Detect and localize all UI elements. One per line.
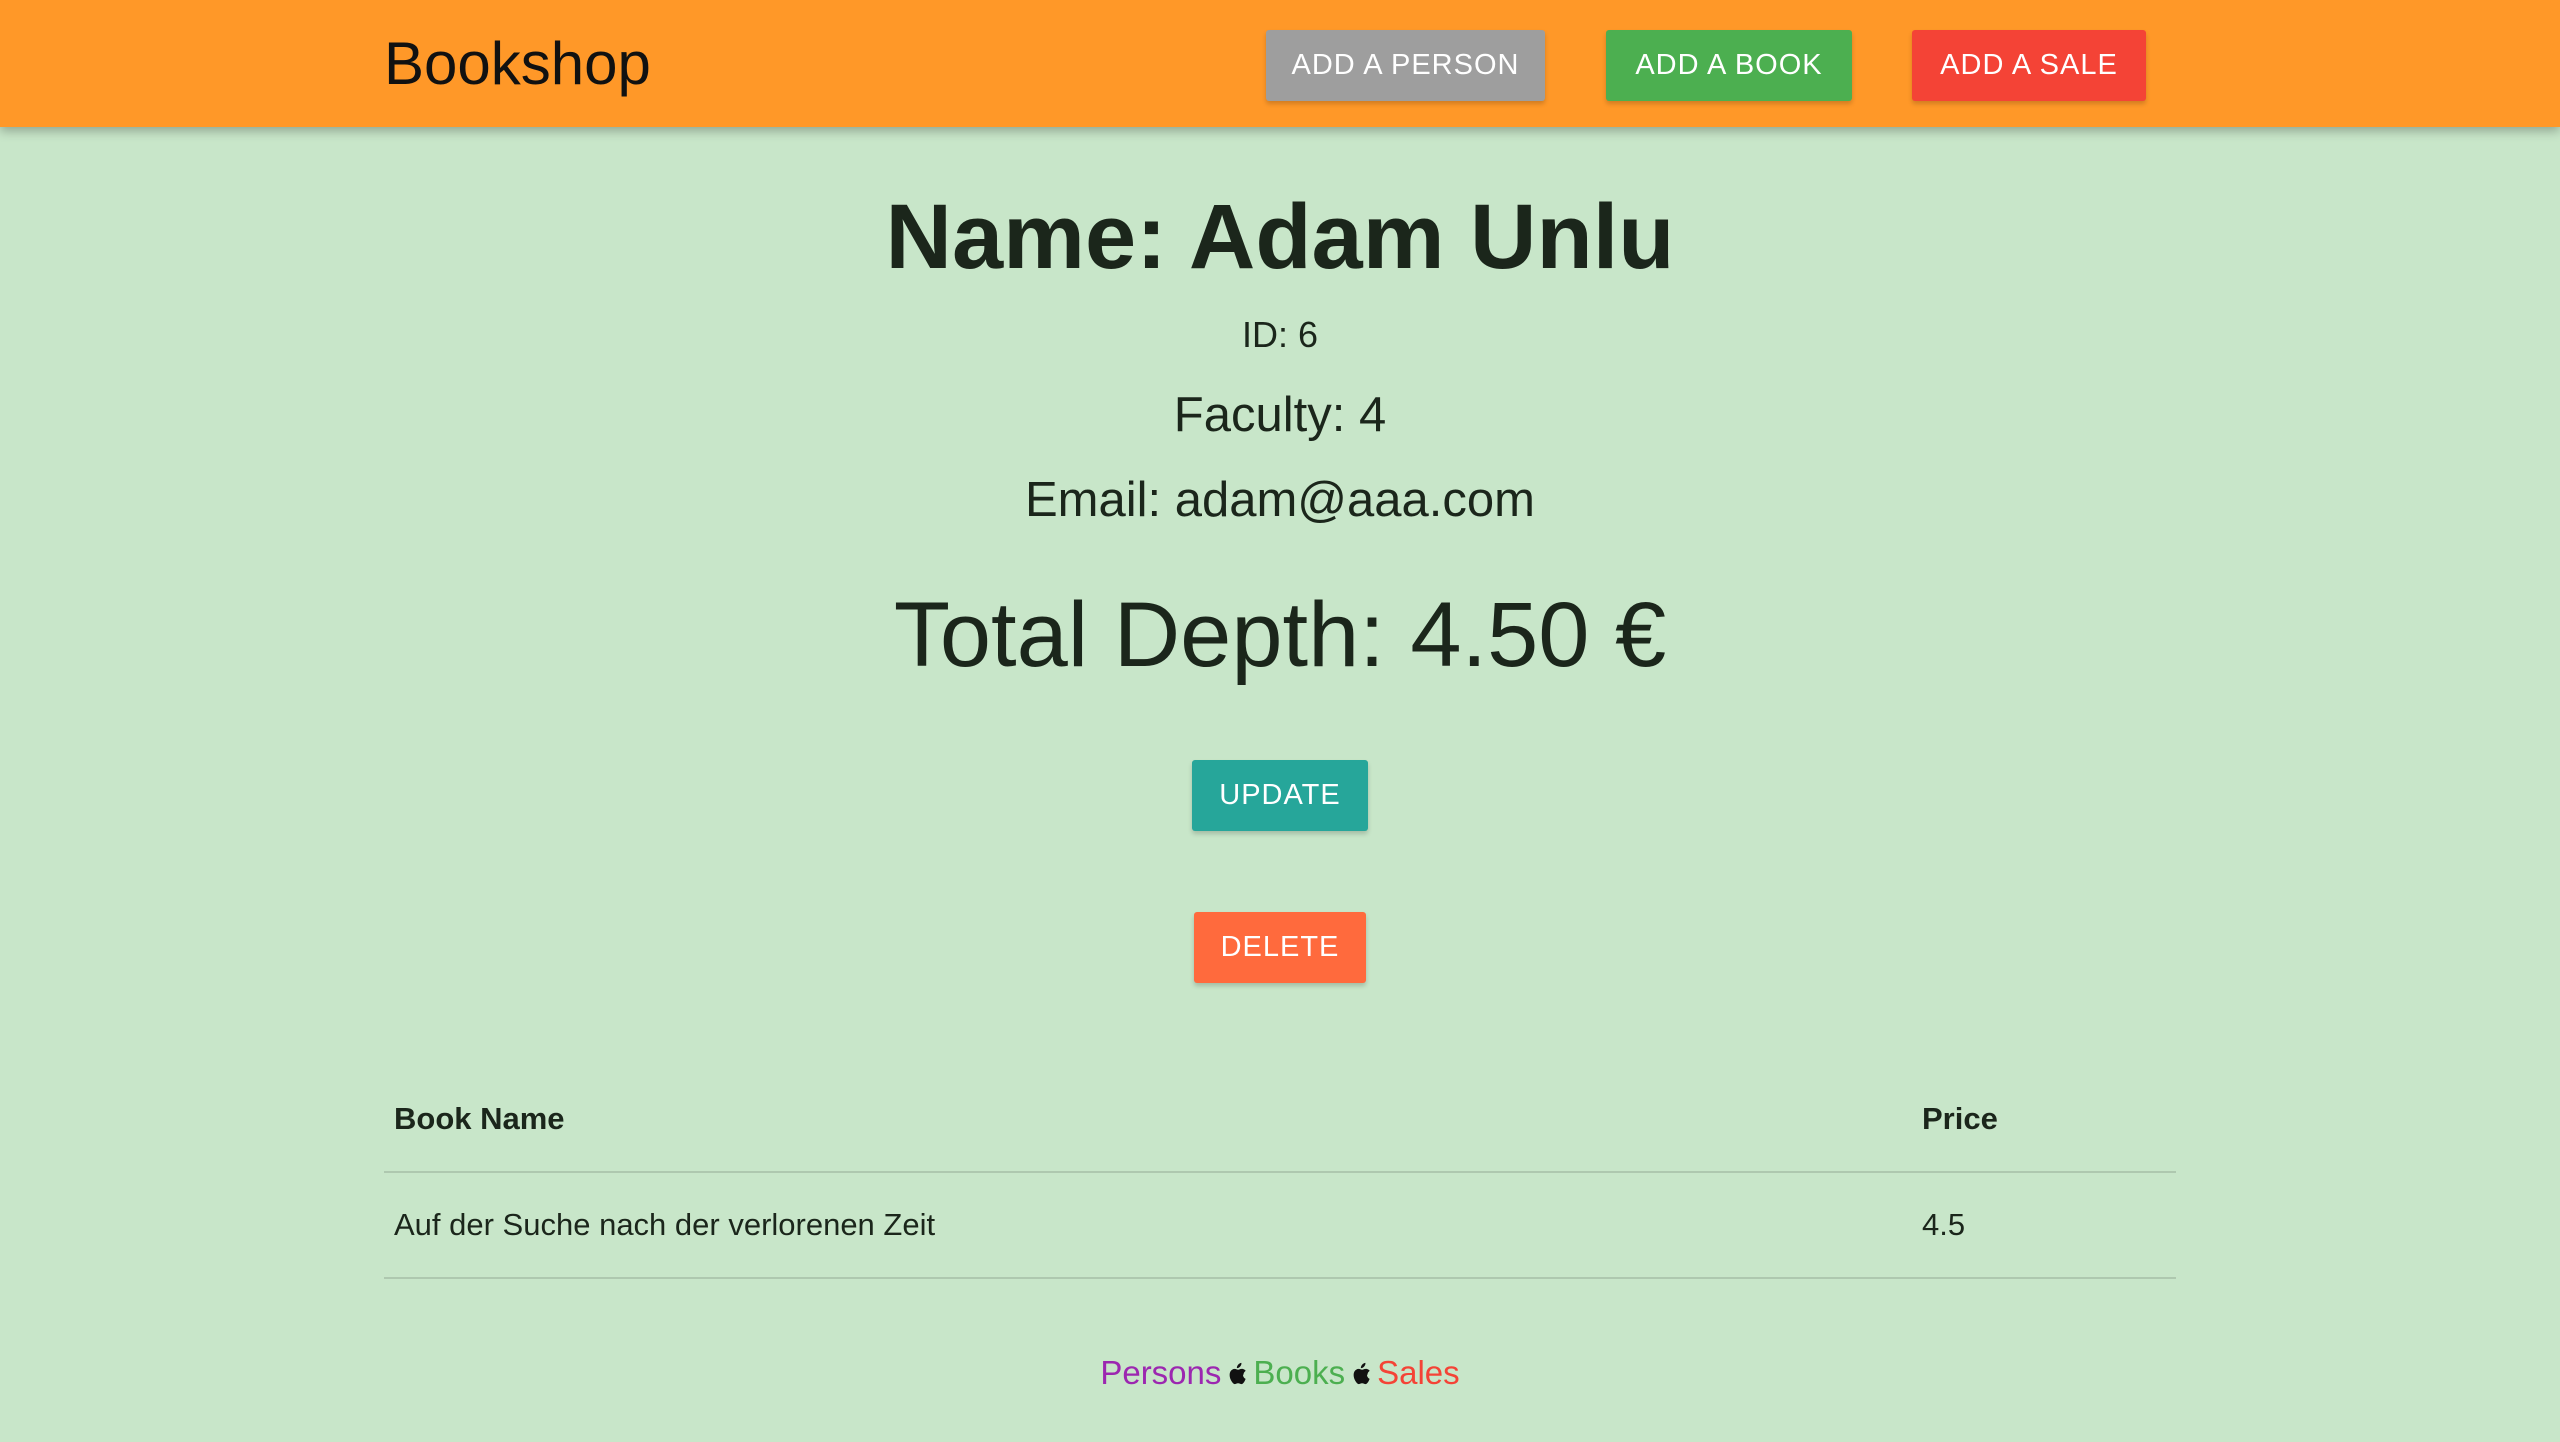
brand-logo[interactable]: Bookshop [384, 26, 651, 102]
add-book-button[interactable]: ADD A BOOK [1606, 30, 1852, 101]
table-row: Auf der Suche nach der verlorenen Zeit 4… [384, 1172, 2176, 1279]
books-link[interactable]: Books [1253, 1354, 1345, 1391]
person-id: ID: 6 [1241, 314, 1319, 355]
person-name: Name: Adam Unlu [885, 186, 1675, 288]
price-cell: 4.5 [1912, 1172, 2176, 1279]
book-table: Book Name Price Auf der Suche nach der v… [384, 1066, 2176, 1279]
sales-link[interactable]: Sales [1377, 1354, 1460, 1391]
book-name-header: Book Name [384, 1066, 1912, 1173]
table-header-row: Book Name Price [384, 1066, 2176, 1173]
update-button[interactable]: UPDATE [1192, 760, 1368, 831]
add-sale-button[interactable]: ADD A SALE [1912, 30, 2146, 101]
person-faculty: Faculty: 4 [1173, 388, 1387, 442]
apple-icon [1351, 1354, 1371, 1385]
footer-links: Persons Books Sales [0, 1352, 2560, 1394]
add-person-button[interactable]: ADD A PERSON [1266, 30, 1545, 101]
persons-link[interactable]: Persons [1100, 1354, 1221, 1391]
total-depth: Total Depth: 4.50 € [893, 584, 1667, 686]
price-header: Price [1912, 1066, 2176, 1173]
navbar: Bookshop ADD A PERSON ADD A BOOK ADD A S… [0, 0, 2560, 127]
book-name-cell: Auf der Suche nach der verlorenen Zeit [384, 1172, 1912, 1279]
delete-button[interactable]: DELETE [1194, 912, 1366, 983]
person-email: Email: adam@aaa.com [1024, 473, 1535, 527]
apple-icon [1227, 1354, 1247, 1385]
